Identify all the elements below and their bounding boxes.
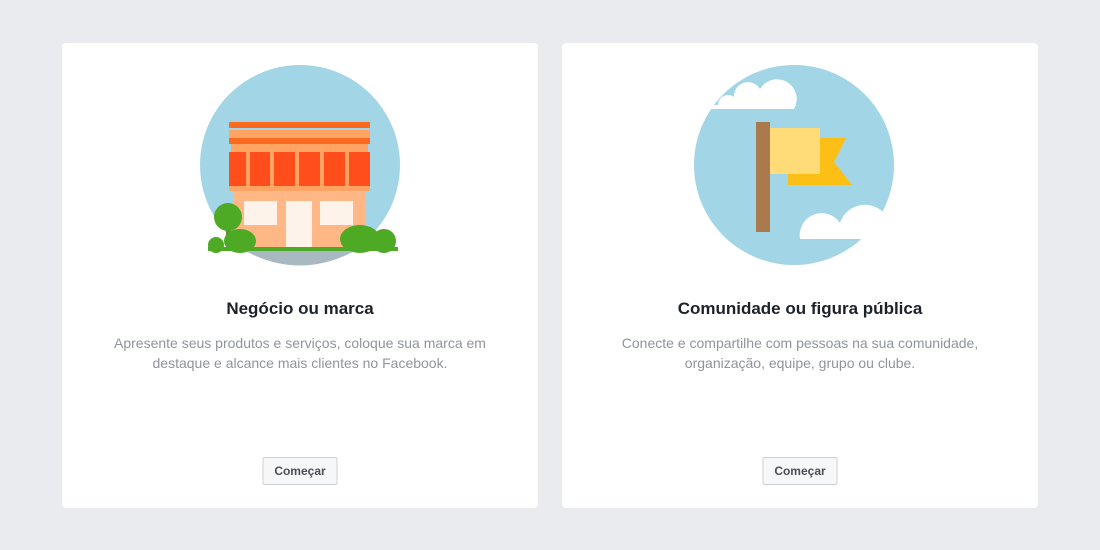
card-title: Negócio ou marca: [226, 299, 374, 318]
start-community-button[interactable]: Começar: [762, 457, 838, 485]
flag-icon: [562, 43, 1038, 283]
card-title: Comunidade ou figura pública: [677, 299, 923, 318]
card-description: Conecte e compartilhe com pessoas na sua…: [621, 335, 979, 371]
storefront-icon: [62, 43, 538, 283]
business-card: Negócio ou marca Apresente seus produtos…: [62, 43, 538, 508]
card-description: Apresente seus produtos e serviços, colo…: [114, 335, 486, 371]
community-card: Comunidade ou figura pública Conecte e c…: [562, 43, 1038, 508]
start-business-button[interactable]: Começar: [262, 457, 338, 485]
